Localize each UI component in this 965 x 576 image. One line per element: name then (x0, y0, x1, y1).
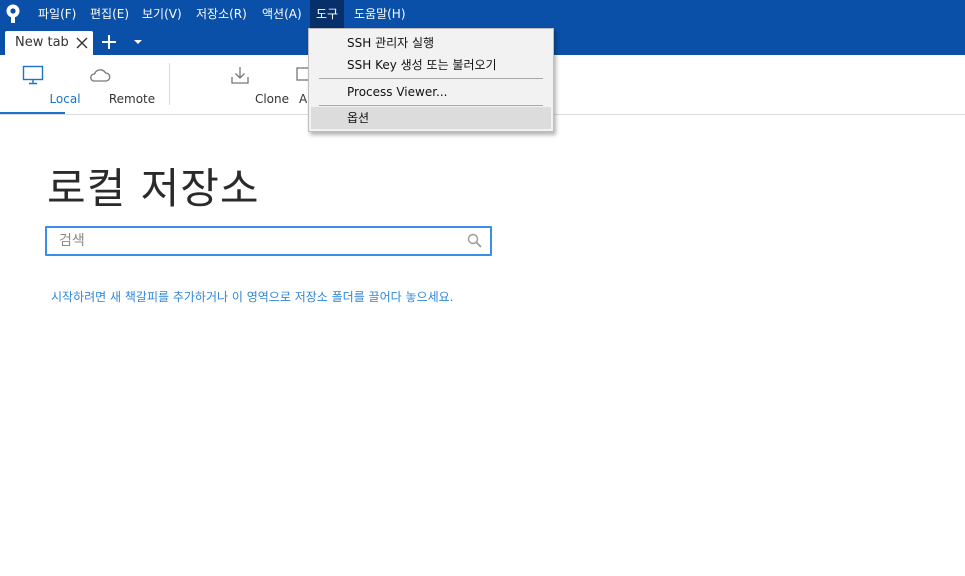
page-title: 로컬 저장소 (47, 164, 260, 213)
remote-label: Remote (108, 92, 156, 106)
download-icon (231, 67, 249, 84)
menu-item-create-load-ssh-key[interactable]: SSH Key 생성 또는 불러오기 (311, 54, 551, 76)
monitor-icon (22, 65, 43, 85)
remote-tab-button[interactable]: Remote (67, 55, 155, 114)
menu-item-options[interactable]: 옵션 (311, 107, 551, 129)
search-input[interactable] (57, 230, 461, 252)
tools-menu-dropdown: SSH 관리자 실행 SSH Key 생성 또는 불러오기 Process Vi… (308, 28, 554, 132)
plus-icon[interactable] (101, 34, 117, 50)
menu-bar: 파일(F) 편집(E) 보기(V) 저장소(R) 액션(A) 도구 도움말(H) (0, 0, 965, 28)
tab-new-tab[interactable]: New tab (5, 31, 93, 55)
menu-item-process-viewer[interactable]: Process Viewer... (311, 81, 551, 103)
toolbar-divider (169, 63, 170, 105)
menu-actions[interactable]: 액션(A) (258, 0, 306, 28)
clone-button[interactable]: Clone (208, 55, 289, 114)
menu-separator (319, 105, 543, 106)
local-tab-button[interactable]: Local (0, 55, 81, 114)
menu-edit[interactable]: 편집(E) (86, 0, 133, 28)
cloud-icon (89, 69, 110, 82)
menu-view[interactable]: 보기(V) (138, 0, 186, 28)
menu-separator (319, 78, 543, 79)
chevron-down-icon[interactable] (133, 38, 143, 46)
menu-help[interactable]: 도움말(H) (350, 0, 410, 28)
menu-item-launch-ssh-agent[interactable]: SSH 관리자 실행 (311, 32, 551, 54)
search-box[interactable] (45, 226, 492, 256)
search-icon (467, 233, 482, 248)
menu-repository[interactable]: 저장소(R) (192, 0, 251, 28)
close-icon[interactable] (76, 37, 88, 49)
sourcetree-logo-icon[interactable] (4, 4, 22, 24)
menu-file[interactable]: 파일(F) (34, 0, 80, 28)
tab-label: New tab (15, 35, 69, 50)
empty-state-hint[interactable]: 시작하려면 새 책갈피를 추가하거나 이 영역으로 저장소 폴더를 끌어다 놓으… (51, 288, 453, 305)
menu-tools[interactable]: 도구 (310, 0, 345, 28)
